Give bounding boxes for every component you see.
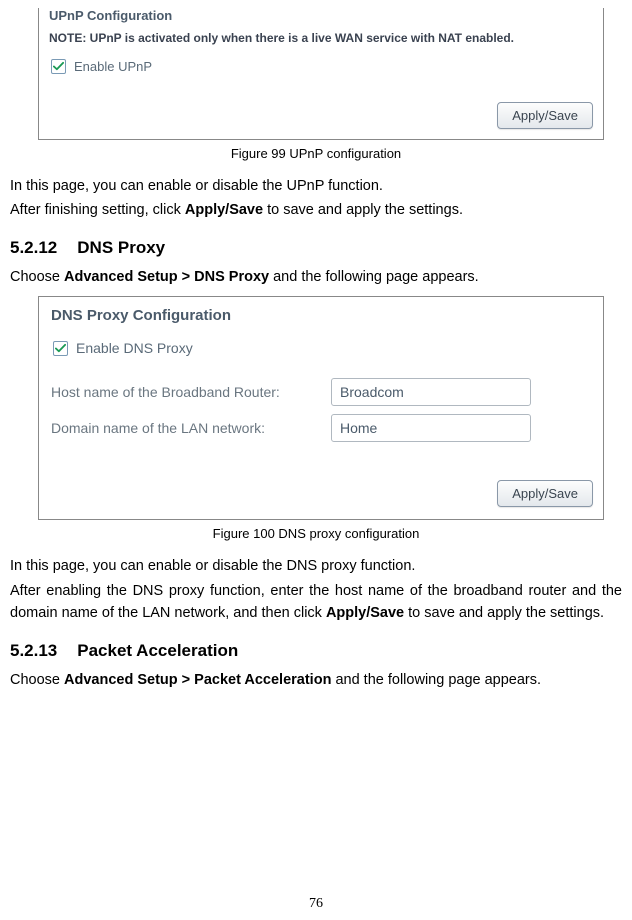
dns-title: DNS Proxy Configuration [51,307,593,324]
upnp-para2: After finishing setting, click Apply/Sav… [10,199,622,221]
upnp-screenshot: UPnP Configuration NOTE: UPnP is activat… [38,8,604,140]
enable-dns-label: Enable DNS Proxy [76,340,193,356]
domain-name-input[interactable] [331,414,531,442]
section-5-2-13-heading: 5.2.13 Packet Acceleration [10,641,622,661]
dns-para2: After enabling the DNS proxy function, e… [10,580,622,625]
dns-screenshot: DNS Proxy Configuration Enable DNS Proxy… [38,296,604,520]
check-icon [55,343,66,354]
enable-upnp-label: Enable UPnP [74,59,152,74]
sec12-intro-pre: Choose [10,269,64,285]
dns-para2-bold: Apply/Save [326,605,404,621]
figure-99-caption: Figure 99 UPnP configuration [10,146,622,161]
enable-upnp-checkbox[interactable] [51,59,66,74]
host-name-row: Host name of the Broadband Router: [51,378,593,406]
upnp-para2-post: to save and apply the settings. [263,202,463,218]
page-number: 76 [0,896,632,912]
sec13-intro-post: and the following page appears. [331,672,541,688]
sec13-intro-pre: Choose [10,672,64,688]
apply-save-button[interactable]: Apply/Save [497,102,593,129]
sec12-intro-post: and the following page appears. [269,269,479,285]
upnp-para1: In this page, you can enable or disable … [10,175,622,197]
check-icon [53,61,64,72]
figure-100-caption: Figure 100 DNS proxy configuration [10,526,622,541]
section-5-2-12-title: DNS Proxy [77,238,165,257]
domain-name-label: Domain name of the LAN network: [51,420,331,436]
enable-dns-checkbox[interactable] [53,341,68,356]
sec13-intro: Choose Advanced Setup > Packet Accelerat… [10,669,622,691]
domain-name-row: Domain name of the LAN network: [51,414,593,442]
upnp-note: NOTE: UPnP is activated only when there … [49,31,593,45]
dns-para2-post: to save and apply the settings. [404,605,604,621]
upnp-para2-pre: After finishing setting, click [10,202,185,218]
section-5-2-12-heading: 5.2.12 DNS Proxy [10,238,622,258]
sec13-intro-bold: Advanced Setup > Packet Acceleration [64,672,331,688]
upnp-button-row: Apply/Save [49,102,593,129]
sec12-intro: Choose Advanced Setup > DNS Proxy and th… [10,266,622,288]
enable-upnp-row: Enable UPnP [51,59,593,74]
apply-save-button[interactable]: Apply/Save [497,480,593,507]
section-5-2-13-title: Packet Acceleration [77,641,238,660]
host-name-label: Host name of the Broadband Router: [51,384,331,400]
enable-dns-row: Enable DNS Proxy [53,340,593,356]
dns-para1: In this page, you can enable or disable … [10,555,622,577]
sec12-intro-bold: Advanced Setup > DNS Proxy [64,269,269,285]
section-5-2-12-num: 5.2.12 [10,238,57,257]
upnp-title: UPnP Configuration [49,8,593,23]
upnp-para2-bold: Apply/Save [185,202,263,218]
section-5-2-13-num: 5.2.13 [10,641,57,660]
dns-button-row: Apply/Save [51,480,593,507]
host-name-input[interactable] [331,378,531,406]
